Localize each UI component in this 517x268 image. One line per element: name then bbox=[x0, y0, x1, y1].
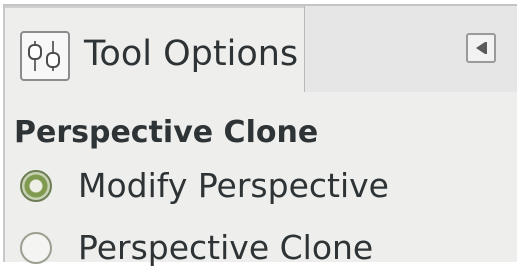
radio-button-checked[interactable] bbox=[20, 170, 52, 202]
radio-label-perspective-clone: Perspective Clone bbox=[78, 228, 374, 267]
tab-tool-options-label: Tool Options bbox=[84, 34, 299, 74]
radio-label-modify-perspective: Modify Perspective bbox=[78, 166, 389, 205]
dock-menu-arrow-icon bbox=[476, 42, 485, 54]
radio-button-unchecked[interactable] bbox=[20, 232, 52, 264]
dock-menu-button[interactable] bbox=[466, 33, 496, 63]
tool-options-dock: Tool Options Perspective Clone Modify Pe… bbox=[0, 0, 517, 267]
tool-name-heading: Perspective Clone bbox=[14, 115, 319, 150]
tool-options-icon bbox=[20, 31, 70, 81]
dock-menu-arrow-bar bbox=[485, 42, 487, 54]
